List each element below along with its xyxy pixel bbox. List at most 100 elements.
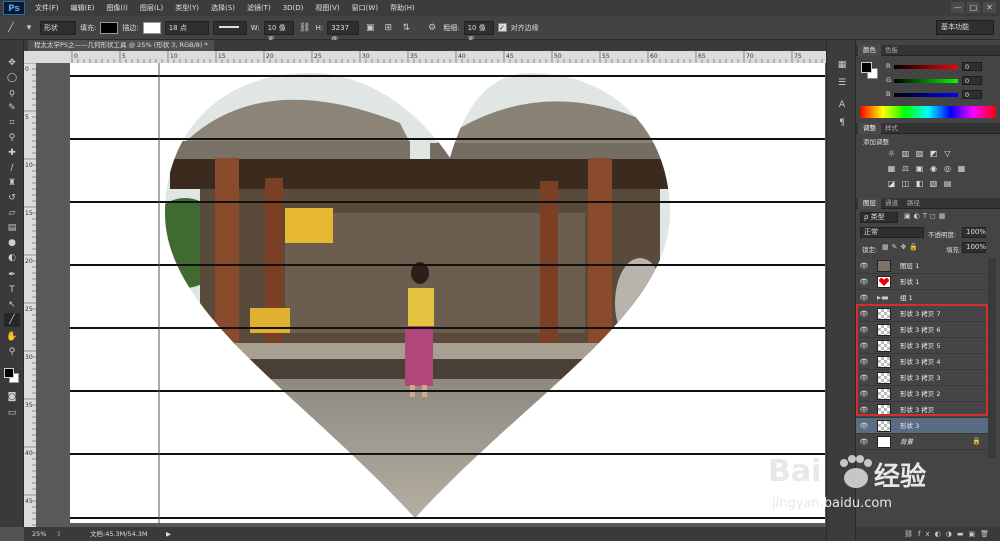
path-arrangement-icon[interactable]: ⇅ xyxy=(399,21,413,35)
blur-tool-icon[interactable]: ● xyxy=(4,236,20,250)
gradient-tool-icon[interactable]: ▤ xyxy=(4,221,20,235)
opacity-field[interactable]: 100% xyxy=(962,227,986,238)
healing-brush-tool-icon[interactable]: ✚ xyxy=(4,146,20,160)
vibrance-icon[interactable]: ▽ xyxy=(942,149,953,159)
crop-tool-icon[interactable]: ⌗ xyxy=(4,116,20,130)
status-share-icon[interactable]: ⇪ xyxy=(56,527,61,541)
threshold-icon[interactable]: ◧ xyxy=(914,179,925,189)
path-alignment-icon[interactable]: ⊞ xyxy=(381,21,395,35)
properties-panel-icon[interactable]: ☰ xyxy=(835,76,849,90)
tab-styles[interactable]: 样式 xyxy=(880,123,903,134)
type-tool-icon[interactable]: T xyxy=(4,283,20,297)
zoom-level[interactable]: 25% xyxy=(32,527,46,541)
canvas-area[interactable] xyxy=(36,63,826,527)
green-bar[interactable] xyxy=(894,79,958,83)
selective-color-icon[interactable]: ▧ xyxy=(928,179,939,189)
green-slider[interactable]: G 0 xyxy=(886,76,996,86)
blue-slider[interactable]: B 0 xyxy=(886,90,996,100)
layer-row[interactable]: 👁 图层 1 xyxy=(856,258,988,274)
channel-mixer-icon[interactable]: ◎ xyxy=(942,164,953,174)
tab-layers[interactable]: 图层 xyxy=(858,198,881,209)
close-button[interactable]: ✕ xyxy=(983,2,996,13)
brush-tool-icon[interactable]: ∕ xyxy=(4,161,20,175)
line-tool-icon[interactable]: ╱ xyxy=(4,21,18,35)
workspace-select[interactable]: 基本功能 xyxy=(936,20,994,35)
align-edges-checkbox[interactable]: ✓ xyxy=(497,23,507,32)
eyedropper-tool-icon[interactable]: ⚲ xyxy=(4,131,20,145)
stroke-type-select[interactable] xyxy=(212,20,247,35)
levels-icon[interactable]: ▥ xyxy=(900,149,911,159)
tab-paths[interactable]: 路径 xyxy=(902,198,925,209)
layers-scrollbar[interactable] xyxy=(988,258,996,458)
menu-filter[interactable]: 滤镜(T) xyxy=(241,3,277,13)
posterize-icon[interactable]: ◫ xyxy=(900,179,911,189)
tab-channels[interactable]: 通道 xyxy=(880,198,903,209)
brightness-icon[interactable]: ☼ xyxy=(886,149,897,159)
document-canvas[interactable] xyxy=(70,63,825,523)
path-operations-icon[interactable]: ▣ xyxy=(363,21,377,35)
menu-file[interactable]: 文件(F) xyxy=(29,3,65,13)
move-tool-icon[interactable]: ✥ xyxy=(4,56,20,70)
layer-row[interactable]: 👁 形状 1 xyxy=(856,274,988,290)
visibility-eye-icon[interactable]: 👁 xyxy=(859,277,869,287)
hand-tool-icon[interactable]: ✋ xyxy=(4,330,20,344)
paragraph-panel-icon[interactable]: ¶ xyxy=(835,116,849,130)
visibility-eye-icon[interactable]: 👁 xyxy=(859,261,869,271)
lock-icons[interactable]: ▦✎✥🔒 xyxy=(882,243,921,251)
layers-panel-footer-icons[interactable]: ⛓fx◐◑▬▣🗑 xyxy=(856,527,1000,541)
black-white-icon[interactable]: ▣ xyxy=(914,164,925,174)
mode-select[interactable]: 形状 xyxy=(40,20,76,35)
visibility-eye-icon[interactable]: 👁 xyxy=(859,421,869,431)
lasso-tool-icon[interactable]: ϙ xyxy=(4,86,20,100)
gradient-map-icon[interactable]: ▤ xyxy=(942,179,953,189)
height-field[interactable]: 3237 像 xyxy=(327,20,360,44)
layer-filter-icons[interactable]: ▣◐T◻▦ xyxy=(904,212,948,220)
color-spectrum[interactable] xyxy=(860,106,996,118)
width-field[interactable]: 10 像素 xyxy=(263,20,294,44)
exposure-icon[interactable]: ◩ xyxy=(928,149,939,159)
document-tab[interactable]: 程太太学PS之——几何形状工具 @ 25% (形状 3, RGB/8) * xyxy=(28,40,214,51)
link-icon[interactable]: ⛓ xyxy=(298,21,312,35)
dodge-tool-icon[interactable]: ◐ xyxy=(4,251,20,265)
layer-filter-select[interactable]: ρ 类型 xyxy=(860,212,898,223)
invert-icon[interactable]: ◪ xyxy=(886,179,897,189)
menu-edit[interactable]: 编辑(E) xyxy=(65,3,101,13)
color-balance-icon[interactable]: ⚖ xyxy=(900,164,911,174)
status-menu-arrow-icon[interactable]: ▶ xyxy=(166,527,171,541)
marquee-tool-icon[interactable]: ◯ xyxy=(4,71,20,85)
screen-mode-icon[interactable]: ▭ xyxy=(4,406,20,420)
menu-window[interactable]: 窗口(W) xyxy=(346,3,384,13)
maximize-button[interactable]: □ xyxy=(967,2,980,13)
blue-value[interactable]: 0 xyxy=(962,90,982,99)
tab-color[interactable]: 颜色 xyxy=(858,45,881,56)
menu-help[interactable]: 帮助(H) xyxy=(384,3,421,13)
color-fg-swatch[interactable] xyxy=(861,62,872,73)
red-value[interactable]: 0 xyxy=(962,62,982,71)
stroke-swatch[interactable] xyxy=(142,21,161,34)
minimize-button[interactable]: — xyxy=(951,2,964,13)
color-panel-swatches[interactable] xyxy=(861,62,879,80)
hue-saturation-icon[interactable]: ▦ xyxy=(886,164,897,174)
red-slider[interactable]: R 0 xyxy=(886,62,996,72)
blend-mode-select[interactable]: 正常 xyxy=(860,227,924,238)
color-lookup-icon[interactable]: ▦ xyxy=(956,164,967,174)
eraser-tool-icon[interactable]: ▱ xyxy=(4,206,20,220)
character-panel-icon[interactable]: A xyxy=(835,98,849,112)
tab-swatches[interactable]: 色板 xyxy=(880,45,903,56)
quick-select-tool-icon[interactable]: ✎ xyxy=(4,101,20,115)
settings-gear-icon[interactable]: ⚙ xyxy=(425,21,439,35)
menu-layer[interactable]: 图层(L) xyxy=(134,3,169,13)
stroke-size-field[interactable]: 18 点 xyxy=(164,20,209,35)
quick-mask-icon[interactable]: ◙ xyxy=(4,390,20,404)
path-select-tool-icon[interactable]: ↖ xyxy=(4,298,20,312)
menu-3d[interactable]: 3D(D) xyxy=(277,4,310,12)
history-panel-icon[interactable]: ▦ xyxy=(835,58,849,72)
menu-image[interactable]: 图像(I) xyxy=(100,3,134,13)
blue-bar[interactable] xyxy=(894,93,958,97)
tool-preset-dropdown-icon[interactable]: ▾ xyxy=(22,21,36,35)
foreground-color-swatch[interactable] xyxy=(4,368,14,378)
line-shape-tool-icon[interactable]: ╱ xyxy=(4,313,20,327)
zoom-tool-icon[interactable]: ⚲ xyxy=(4,345,20,359)
photo-filter-icon[interactable]: ◉ xyxy=(928,164,939,174)
green-value[interactable]: 0 xyxy=(962,76,982,85)
